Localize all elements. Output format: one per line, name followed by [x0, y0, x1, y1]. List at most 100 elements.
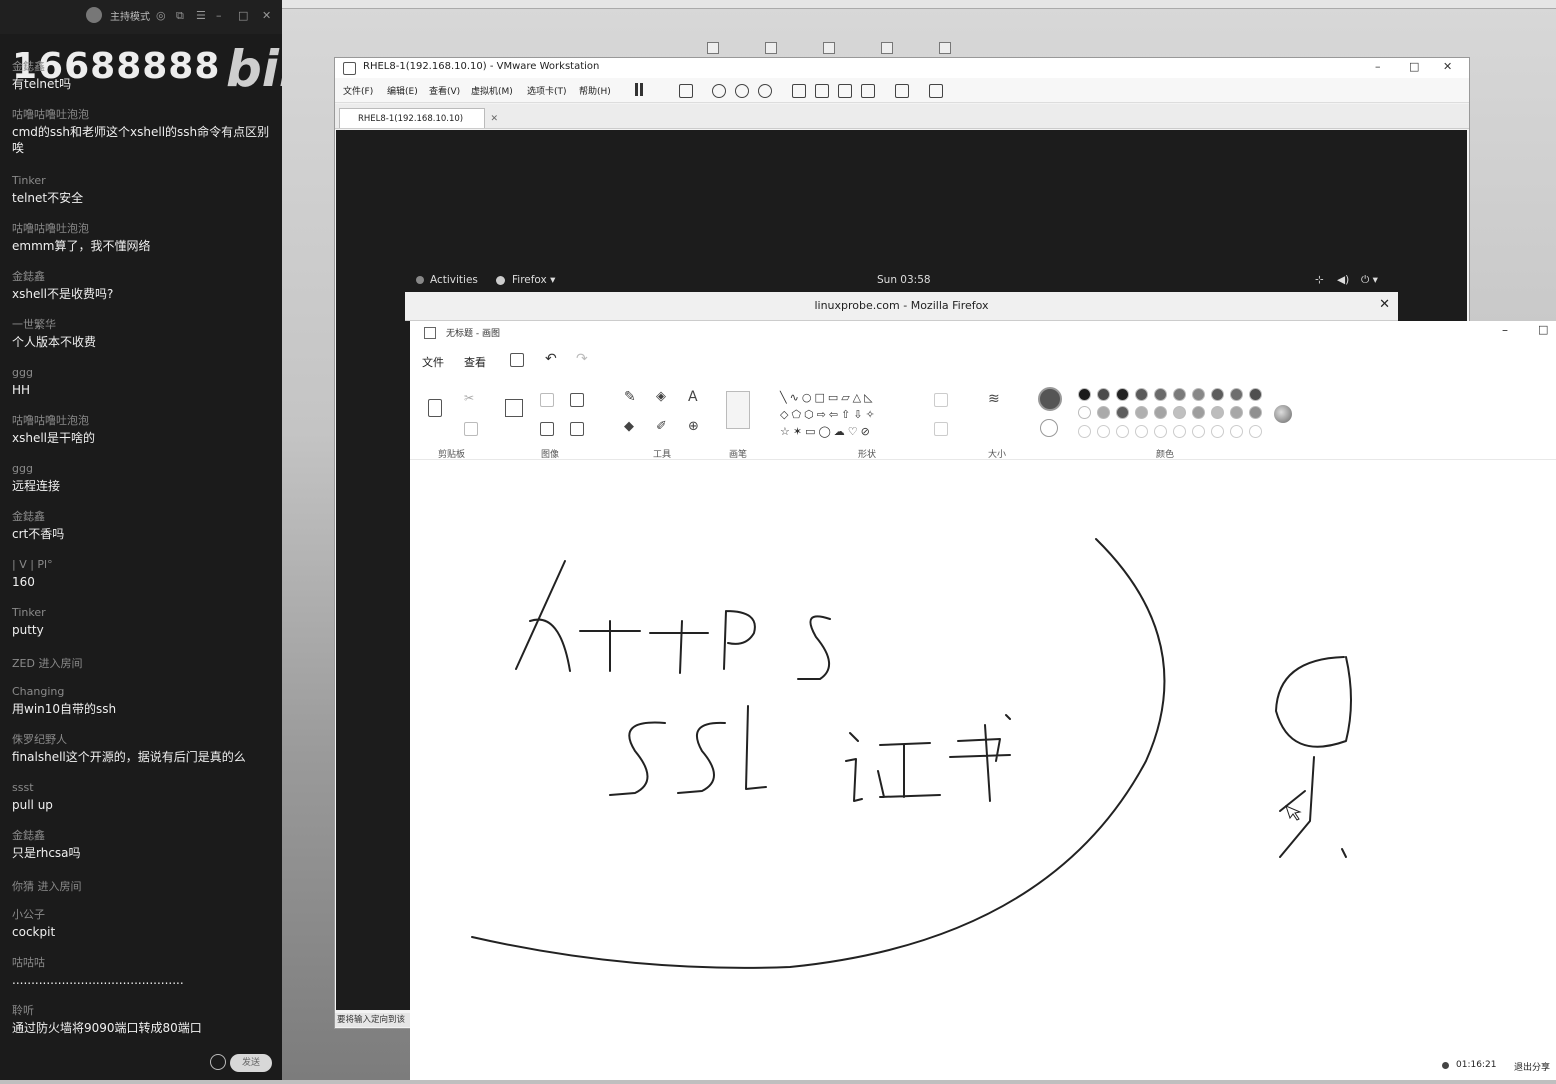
snapshot-icon[interactable]: [712, 84, 726, 98]
color-swatch[interactable]: [1211, 388, 1224, 401]
minimize-icon[interactable]: –: [216, 9, 222, 22]
exit-share-button[interactable]: 退出分享: [1514, 1060, 1550, 1073]
color-swatch[interactable]: [1154, 425, 1167, 438]
copy-icon[interactable]: [464, 422, 478, 436]
color2-swatch[interactable]: [1040, 419, 1058, 437]
avatar[interactable]: [86, 7, 102, 23]
undo-icon[interactable]: ↶: [545, 351, 557, 367]
pause-icon[interactable]: [635, 83, 638, 96]
color-swatch[interactable]: [1192, 388, 1205, 401]
menu-icon[interactable]: ☰: [196, 9, 206, 22]
color-swatch[interactable]: [1116, 406, 1129, 419]
revert-snapshot-icon[interactable]: [735, 84, 749, 98]
chat-send-button[interactable]: 发送: [230, 1054, 272, 1072]
pencil-icon[interactable]: ✎: [624, 389, 636, 405]
color-swatch[interactable]: [1192, 406, 1205, 419]
unity-icon[interactable]: [861, 84, 875, 98]
settings-icon[interactable]: ◎: [156, 9, 166, 22]
color-swatch[interactable]: [1116, 388, 1129, 401]
color-swatch[interactable]: [1078, 388, 1091, 401]
activities-button[interactable]: Activities: [430, 274, 478, 286]
color-swatch[interactable]: [1211, 406, 1224, 419]
clock[interactable]: Sun 03:58: [877, 274, 931, 286]
shape-row[interactable]: ☆✶▭◯☁♡⊘: [780, 425, 873, 438]
color-swatch[interactable]: [1173, 425, 1186, 438]
color-swatch[interactable]: [1211, 425, 1224, 438]
eraser-icon[interactable]: ◆: [624, 419, 634, 434]
close-icon[interactable]: ✕: [1379, 297, 1390, 312]
color-picker-icon[interactable]: ✐: [656, 419, 667, 434]
desktop-shortcut-icon[interactable]: [707, 42, 719, 54]
paint-canvas[interactable]: [410, 461, 1556, 1080]
color-swatch[interactable]: [1230, 388, 1243, 401]
magnifier-icon[interactable]: ⊕: [688, 419, 699, 434]
app-menu-button[interactable]: Firefox ▾: [512, 274, 555, 286]
color-swatch[interactable]: [1192, 425, 1205, 438]
color-swatch[interactable]: [1135, 425, 1148, 438]
size-icon[interactable]: ≋: [988, 391, 1000, 407]
desktop-shortcut-icon[interactable]: [823, 42, 835, 54]
color-swatch[interactable]: [1097, 425, 1110, 438]
send-keys-icon[interactable]: [679, 84, 693, 98]
color-swatch[interactable]: [1078, 406, 1091, 419]
color-swatch[interactable]: [1097, 406, 1110, 419]
close-icon[interactable]: ✕: [490, 109, 498, 129]
color-swatch[interactable]: [1135, 406, 1148, 419]
library-icon[interactable]: [792, 84, 806, 98]
resize-icon[interactable]: [570, 393, 584, 407]
color-swatch[interactable]: [1249, 388, 1262, 401]
menu-view[interactable]: 查看(V): [429, 84, 460, 97]
redo-icon[interactable]: ↷: [576, 351, 588, 367]
outline-icon[interactable]: [934, 393, 948, 407]
color-swatch[interactable]: [1249, 406, 1262, 419]
host-mode-label[interactable]: 主持模式: [110, 8, 150, 23]
minimize-icon[interactable]: –: [1502, 323, 1508, 337]
fullscreen-icon[interactable]: [838, 84, 852, 98]
color1-swatch[interactable]: [1038, 387, 1062, 411]
shape-row[interactable]: ◇⬠⬡⇨⇦⇧⇩✧: [780, 408, 878, 421]
shape-row[interactable]: ╲∿○□▭▱△◺: [780, 391, 876, 404]
color-swatch[interactable]: [1154, 388, 1167, 401]
maximize-icon[interactable]: □: [1409, 60, 1419, 73]
color-swatch[interactable]: [1230, 425, 1243, 438]
pause-icon[interactable]: [640, 83, 643, 96]
menu-file[interactable]: 文件(F): [343, 84, 373, 97]
menu-tabs[interactable]: 选项卡(T): [527, 84, 567, 97]
color-swatch[interactable]: [1135, 388, 1148, 401]
color-swatch[interactable]: [1078, 425, 1091, 438]
thumbnail-icon[interactable]: [815, 84, 829, 98]
text-icon[interactable]: A: [688, 389, 698, 405]
color-swatch[interactable]: [1116, 425, 1129, 438]
cut-icon[interactable]: ✂: [464, 391, 474, 405]
menu-vm[interactable]: 虚拟机(M): [471, 84, 513, 97]
color-swatch[interactable]: [1173, 406, 1186, 419]
close-icon[interactable]: ✕: [262, 9, 271, 22]
desktop-shortcut-icon[interactable]: [765, 42, 777, 54]
rotate-icon[interactable]: [570, 422, 584, 436]
popout-icon[interactable]: ⧉: [176, 9, 184, 23]
brushes-icon[interactable]: [726, 391, 750, 429]
minimize-icon[interactable]: –: [1375, 60, 1381, 73]
maximize-icon[interactable]: □: [238, 9, 248, 22]
tab-rhel8-1[interactable]: RHEL8-1(192.168.10.10) ✕: [339, 108, 498, 128]
maximize-icon[interactable]: □: [1538, 323, 1548, 336]
crop-icon[interactable]: [540, 393, 554, 407]
desktop-shortcut-icon[interactable]: [881, 42, 893, 54]
console-icon[interactable]: [895, 84, 909, 98]
edit-colors-icon[interactable]: [1274, 405, 1292, 423]
menu-file[interactable]: 文件: [422, 354, 444, 370]
color-swatch[interactable]: [1097, 388, 1110, 401]
menu-edit[interactable]: 编辑(E): [387, 84, 418, 97]
close-icon[interactable]: ✕: [1443, 60, 1452, 73]
color-swatch[interactable]: [1154, 406, 1167, 419]
color-swatch[interactable]: [1230, 406, 1243, 419]
save-icon[interactable]: [510, 353, 524, 367]
color-swatch[interactable]: [1249, 425, 1262, 438]
network-icon[interactable]: ⊹: [1315, 274, 1324, 286]
fill-shape-icon[interactable]: [934, 422, 948, 436]
volume-icon[interactable]: ◀): [1337, 274, 1349, 286]
power-icon[interactable]: ⏻ ▾: [1361, 274, 1378, 287]
paste-icon[interactable]: [428, 399, 442, 417]
fill-icon[interactable]: ◈: [656, 389, 666, 404]
color-swatch[interactable]: [1173, 388, 1186, 401]
